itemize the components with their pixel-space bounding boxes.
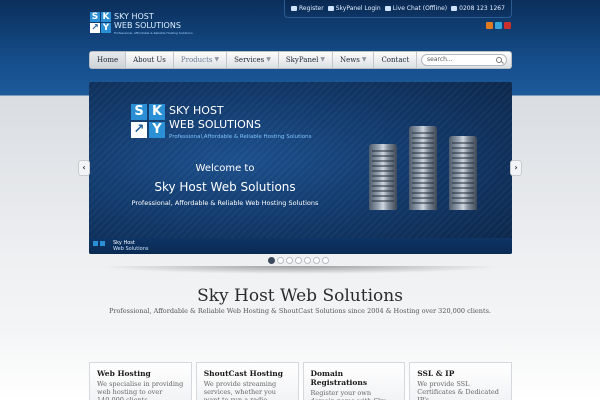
logo-letter: S <box>131 104 147 120</box>
slider-dot[interactable] <box>268 257 275 264</box>
server-tower <box>449 136 477 210</box>
nav-item-label: Products <box>180 56 213 64</box>
live-chat-label: Live Chat (Offline) <box>392 4 448 12</box>
social-icons <box>486 22 511 29</box>
hero-slider[interactable]: S K ↗ Y SKY HOST WEB SOLUTIONS Professio… <box>89 82 512 254</box>
card-body: We provide streaming services, whether y… <box>203 380 277 400</box>
nav-item-products[interactable]: Products ▼ <box>174 52 228 68</box>
nav-item-label: News <box>339 56 360 64</box>
phone-label: 0208 123 1267 <box>459 4 505 12</box>
card-title: Web Hosting <box>97 369 151 378</box>
chevron-down-icon: ▼ <box>214 56 220 63</box>
rss-icon[interactable] <box>486 22 493 29</box>
mini-logo-icon <box>100 241 105 246</box>
nav-item-contact[interactable]: Contact <box>374 52 418 68</box>
nav-item-label: SkyPanel <box>285 56 319 64</box>
youtube-icon[interactable] <box>504 22 511 29</box>
card-title: ShoutCast Hosting <box>203 369 283 378</box>
search-icon[interactable] <box>496 57 502 63</box>
nav-item-home[interactable]: Home <box>90 52 127 68</box>
slider-footer: Sky Host Web Solutions <box>89 238 512 254</box>
search-input[interactable]: search... <box>421 54 507 66</box>
card-body: Register your own domain name with Sky H… <box>310 389 386 400</box>
card-domain-registrations[interactable]: Domain Registrations Register your own d… <box>302 362 406 400</box>
register-link[interactable]: Register <box>291 5 324 13</box>
nav-item-services[interactable]: Services ▼ <box>227 52 279 68</box>
card-title: Domain Registrations <box>310 369 368 387</box>
slider-logo-line1: SKY HOST <box>169 104 224 117</box>
nav-item-skypanel[interactable]: SkyPanel ▼ <box>279 52 333 68</box>
search-placeholder: search... <box>427 56 453 63</box>
logo-letter: ↗ <box>131 122 147 138</box>
live-chat-link[interactable]: Live Chat (Offline) <box>384 4 448 13</box>
logo-letter: K <box>149 104 165 120</box>
card-ssl-ip[interactable]: SSL & IP We provide SSL Certificates & D… <box>409 362 512 400</box>
slider-tagline: Professional, Affordable & Reliable Web … <box>131 199 319 207</box>
slider-welcome: Welcome to <box>195 163 255 174</box>
nav-item-label: About Us <box>133 56 166 64</box>
twitter-icon[interactable] <box>495 22 502 29</box>
nav-item-label: Services <box>234 56 265 64</box>
top-utility-bar: Register SkyPanel Login Live Chat (Offli… <box>284 0 512 18</box>
slider-logo-tagline: Professional,Affordable & Reliable Hosti… <box>169 134 312 140</box>
chevron-down-icon: ▼ <box>266 56 271 63</box>
logo-letter: Y <box>101 23 111 33</box>
chat-icon <box>384 6 391 11</box>
register-label: Register <box>299 4 324 12</box>
nav-item-news[interactable]: News ▼ <box>333 52 375 68</box>
server-tower <box>369 144 397 210</box>
site-logo[interactable]: S K ↗ Y SKY HOST WEB SOLUTIONS Professio… <box>90 12 200 38</box>
slider-logo-line2: WEB SOLUTIONS <box>169 118 261 131</box>
phone-icon <box>451 6 458 11</box>
server-rack-image <box>365 106 483 210</box>
logo-letter: K <box>101 12 111 22</box>
logo-letter: ↗ <box>90 23 100 33</box>
phone-number: 0208 123 1267 <box>451 5 505 13</box>
logo-line2: WEB SOLUTIONS <box>114 21 181 30</box>
slider-dot[interactable] <box>322 257 329 264</box>
slider-next-button[interactable]: › <box>510 160 522 176</box>
slider-footer-line2: Web Solutions <box>113 246 149 252</box>
nav-item-about[interactable]: About Us <box>126 52 174 68</box>
page-subtitle: Professional, Affordable & Reliable Web … <box>109 307 491 315</box>
nav-item-label: Contact <box>381 56 410 64</box>
mini-logo-icon <box>93 241 98 246</box>
slider-dot[interactable] <box>286 257 293 264</box>
feature-cards: Web Hosting We specialise in providing w… <box>89 362 512 400</box>
chevron-down-icon: ▼ <box>320 56 325 63</box>
logo-letter: Y <box>149 122 165 138</box>
card-web-hosting[interactable]: Web Hosting We specialise in providing w… <box>89 362 192 400</box>
skypanel-login-label: SkyPanel Login <box>335 4 381 12</box>
lock-icon <box>327 6 334 11</box>
slider-dot[interactable] <box>295 257 302 264</box>
slider-shadow <box>96 266 504 274</box>
nav-item-label: Home <box>97 56 119 64</box>
slider-pagination <box>268 257 329 264</box>
server-tower <box>409 126 437 210</box>
logo-tagline: Professional, Affordable & Reliable Host… <box>114 31 193 35</box>
skypanel-login-link[interactable]: SkyPanel Login <box>327 4 381 13</box>
slider-dot[interactable] <box>304 257 311 264</box>
main-nav: Home About Us Products ▼ Services ▼ SkyP… <box>89 51 512 69</box>
card-shoutcast-hosting[interactable]: ShoutCast Hosting We provide streaming s… <box>195 362 299 400</box>
chevron-down-icon: ▼ <box>361 56 367 63</box>
slider-company-name: Sky Host Web Solutions <box>154 180 296 194</box>
logo-letter: S <box>90 12 100 22</box>
page-title: Sky Host Web Solutions <box>197 286 403 306</box>
slider-dot[interactable] <box>313 257 320 264</box>
key-icon <box>291 6 297 11</box>
card-title: SSL & IP <box>417 369 455 378</box>
card-body: We provide SSL Certificates & Dedicated … <box>417 380 499 400</box>
card-body: We specialise in providing web hosting t… <box>97 380 184 400</box>
slider-prev-button[interactable]: ‹ <box>78 160 90 176</box>
slider-dot[interactable] <box>277 257 284 264</box>
